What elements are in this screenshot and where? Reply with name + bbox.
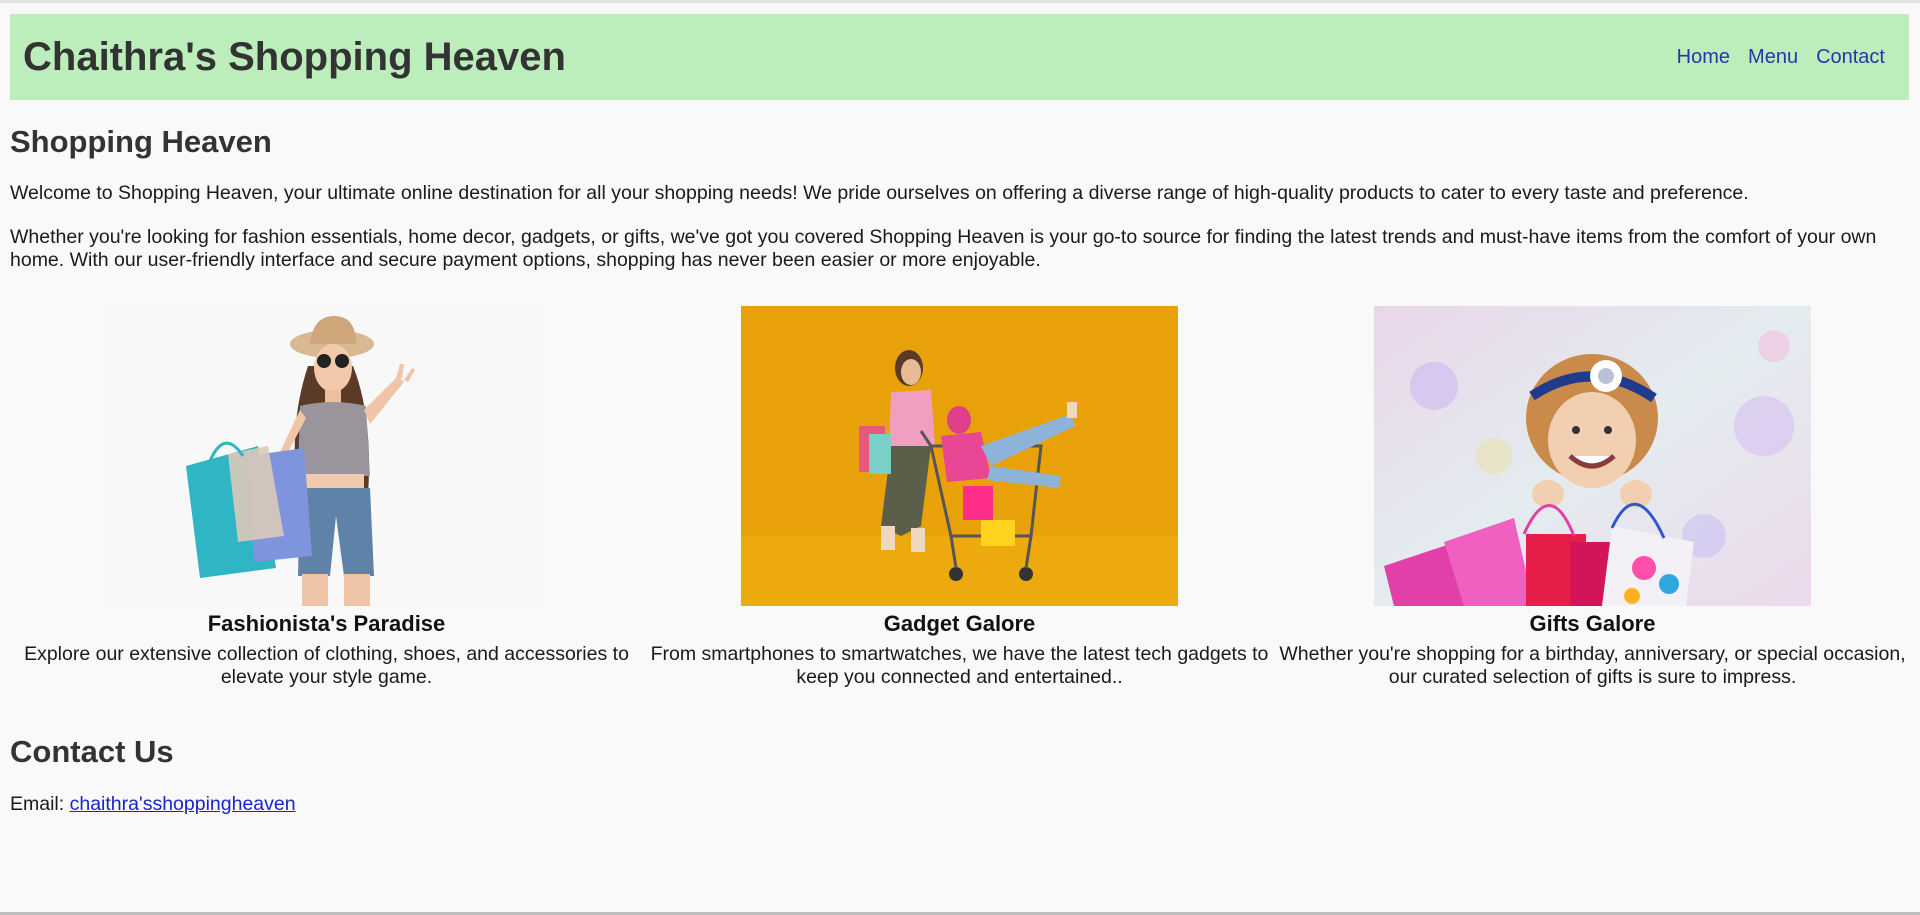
card-gadget-text: From smartphones to smartwatches, we hav…: [650, 643, 1269, 688]
intro-heading: Shopping Heaven: [10, 124, 272, 159]
site-title: Chaithra's Shopping Heaven: [23, 34, 566, 79]
nav-contact-link[interactable]: Contact: [1816, 46, 1885, 69]
card-fashion: Fashionista's Paradise Explore our exten…: [10, 306, 643, 689]
contact-heading: Contact Us: [10, 734, 174, 769]
card-fashion-title: Fashionista's Paradise: [207, 611, 446, 636]
email-line: Email: chaithra'sshoppingheaven: [10, 793, 296, 816]
card-gadget-title: Gadget Galore: [883, 611, 1036, 636]
card-gadget: Gadget Galore From smartphones to smartw…: [643, 306, 1276, 689]
site-header: Chaithra's Shopping Heaven Home Menu Con…: [10, 14, 1909, 100]
nav-menu-link[interactable]: Menu: [1748, 46, 1798, 69]
card-gifts-text: Whether you're shopping for a birthday, …: [1279, 643, 1906, 688]
card-gifts-title: Gifts Galore: [1529, 611, 1656, 636]
card-fashion-text: Explore our extensive collection of clot…: [24, 643, 629, 688]
nav-home-link[interactable]: Home: [1677, 46, 1730, 69]
top-border: [0, 0, 1920, 3]
product-cards: Fashionista's Paradise Explore our exten…: [10, 306, 1910, 706]
intro-paragraph-2: Whether you're looking for fashion essen…: [10, 226, 1877, 271]
gadget-image: [741, 306, 1178, 606]
card-gifts: Gifts Galore Whether you're shopping for…: [1276, 306, 1909, 689]
gifts-image: [1374, 306, 1811, 606]
email-link[interactable]: chaithra'sshoppingheaven: [70, 793, 296, 815]
main-nav: Home Menu Contact: [1677, 46, 1885, 69]
fashion-image: [108, 306, 545, 606]
email-label: Email:: [10, 793, 65, 815]
intro-paragraph-1: Welcome to Shopping Heaven, your ultimat…: [10, 182, 1749, 204]
